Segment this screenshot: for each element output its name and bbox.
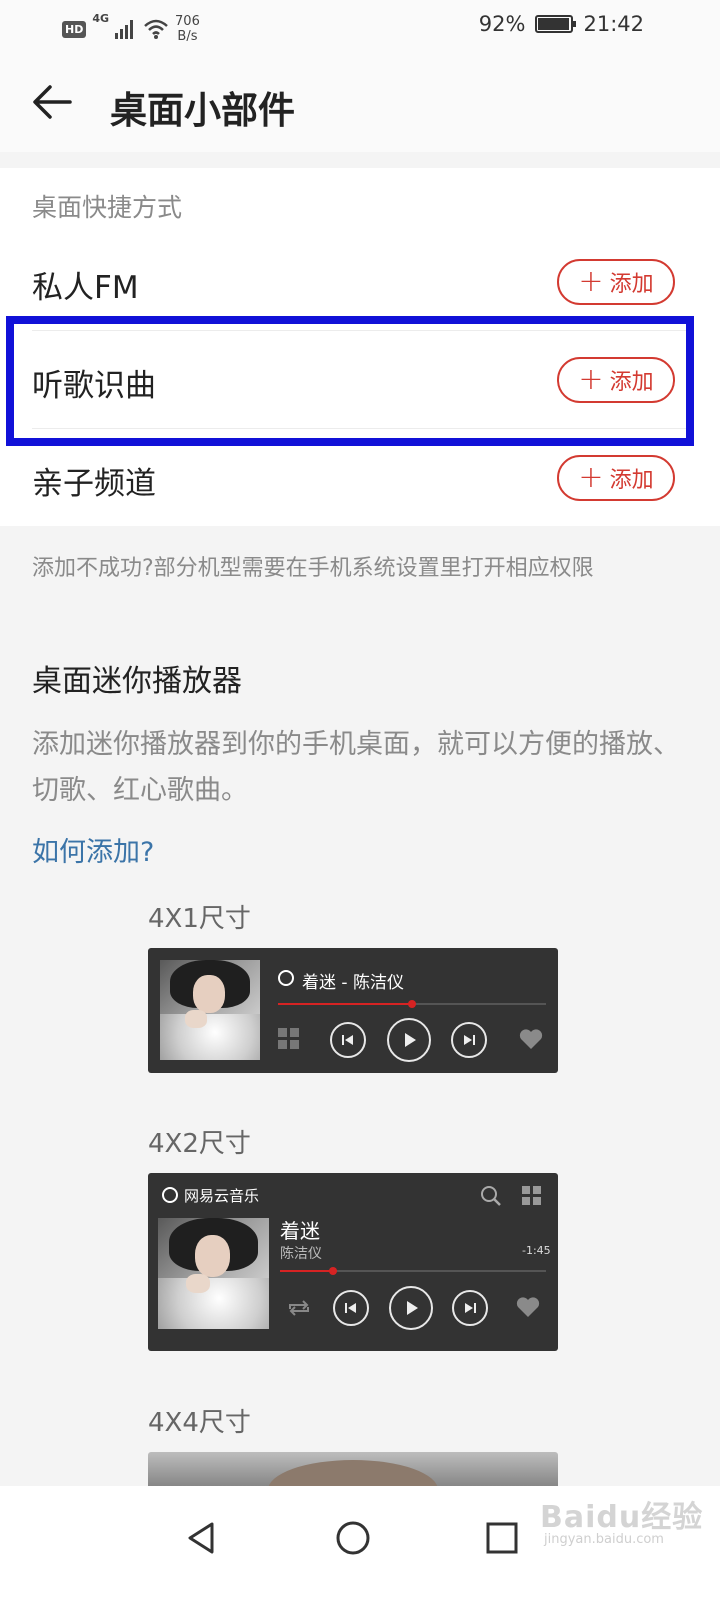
next-button[interactable] [452,1290,488,1326]
heart-icon[interactable] [516,1296,540,1318]
nav-back-button[interactable] [172,1508,232,1568]
add-private-fm-button[interactable]: + 添加 [557,259,675,305]
mini-player-title: 桌面迷你播放器 [32,664,242,699]
plus-icon: + [578,264,604,299]
heart-icon[interactable] [519,1028,543,1050]
baidu-watermark: Baidu经验 jingyan.baidu.com [540,1492,710,1548]
prev-icon [342,1035,353,1045]
search-icon[interactable] [480,1185,502,1207]
highlight-box [6,316,694,446]
album-cover [160,960,260,1060]
watermark-sub: jingyan.baidu.com [544,1532,664,1547]
how-to-add-link[interactable]: 如何添加? [32,830,154,869]
netease-logo-icon [278,970,294,990]
mini-player-description: 添加迷你播放器到你的手机桌面，就可以方便的播放、切歌、红心歌曲。 [32,729,680,806]
battery-percent: 92% [478,12,526,36]
prev-button[interactable] [330,1022,366,1058]
next-button[interactable] [451,1022,487,1058]
nav-recents-button[interactable] [472,1508,532,1568]
hd-badge: HD [62,20,87,38]
back-arrow-icon [33,85,72,119]
widget-song-title: 着迷 [280,1219,320,1243]
add-button-label: 添加 [609,272,654,297]
clock: 21:42 [583,12,644,36]
album-cover [158,1218,269,1329]
widget-progress-bar[interactable] [280,1267,546,1275]
add-button-label: 添加 [609,468,654,493]
play-button[interactable] [387,1018,431,1062]
play-icon [405,1033,416,1047]
status-left: HD 4G 706 B/s [62,12,200,44]
square-recents-icon [486,1522,518,1554]
next-icon [464,1035,475,1045]
size-label-4x1: 4X1尺寸 [148,904,251,934]
next-icon [465,1303,476,1313]
triangle-back-icon [188,1522,214,1554]
section-label: 桌面快捷方式 [32,193,183,222]
widget-song-line: 着迷 - 陈洁仪 [302,973,404,993]
shortcut-label-kids-channel: 亲子频道 [32,466,156,502]
plus-icon: + [578,460,604,495]
net-speed-value: 706 [175,14,200,29]
prev-button[interactable] [333,1290,369,1326]
repeat-icon[interactable] [286,1297,312,1319]
status-right: 92% 21:42 [479,12,644,36]
grid-icon[interactable] [278,1028,300,1050]
widget-remaining-time: -1:45 [522,1244,551,1257]
size-label-4x2: 4X2尺寸 [148,1129,251,1159]
net-speed: 706 B/s [175,14,200,44]
size-label-4x4: 4X4尺寸 [148,1408,251,1438]
add-kids-channel-button[interactable]: + 添加 [557,455,675,501]
shortcut-label-private-fm: 私人FM [32,270,139,306]
battery-icon [535,15,577,33]
status-bar: HD 4G 706 B/s 92% 21:42 [0,0,720,56]
permission-tip: 添加不成功?部分机型需要在手机系统设置里打开相应权限 [32,556,594,581]
widget-artist: 陈洁仪 [280,1246,322,1262]
signal-icon [115,20,134,39]
circle-home-icon [336,1521,370,1555]
app-header: 桌面小部件 [0,56,720,152]
play-icon [407,1301,418,1315]
prev-icon [345,1303,356,1313]
wifi-icon [144,19,168,39]
play-button[interactable] [389,1286,433,1330]
nav-home-button[interactable] [323,1508,383,1568]
watermark-main: Baidu经验 [540,1500,704,1535]
netease-logo-icon [162,1187,178,1207]
page-title: 桌面小部件 [110,89,295,132]
widget-progress-bar[interactable] [278,1000,546,1008]
grid-icon[interactable] [522,1186,542,1206]
widget-4x1-preview[interactable]: 着迷 - 陈洁仪 [148,948,558,1073]
widget-4x2-preview[interactable]: 网易云音乐 着迷 陈洁仪 -1:45 [148,1173,558,1351]
back-button[interactable] [30,80,80,130]
network-type: 4G [92,12,110,25]
net-speed-unit: B/s [177,29,198,44]
widget-brand: 网易云音乐 [184,1187,260,1205]
